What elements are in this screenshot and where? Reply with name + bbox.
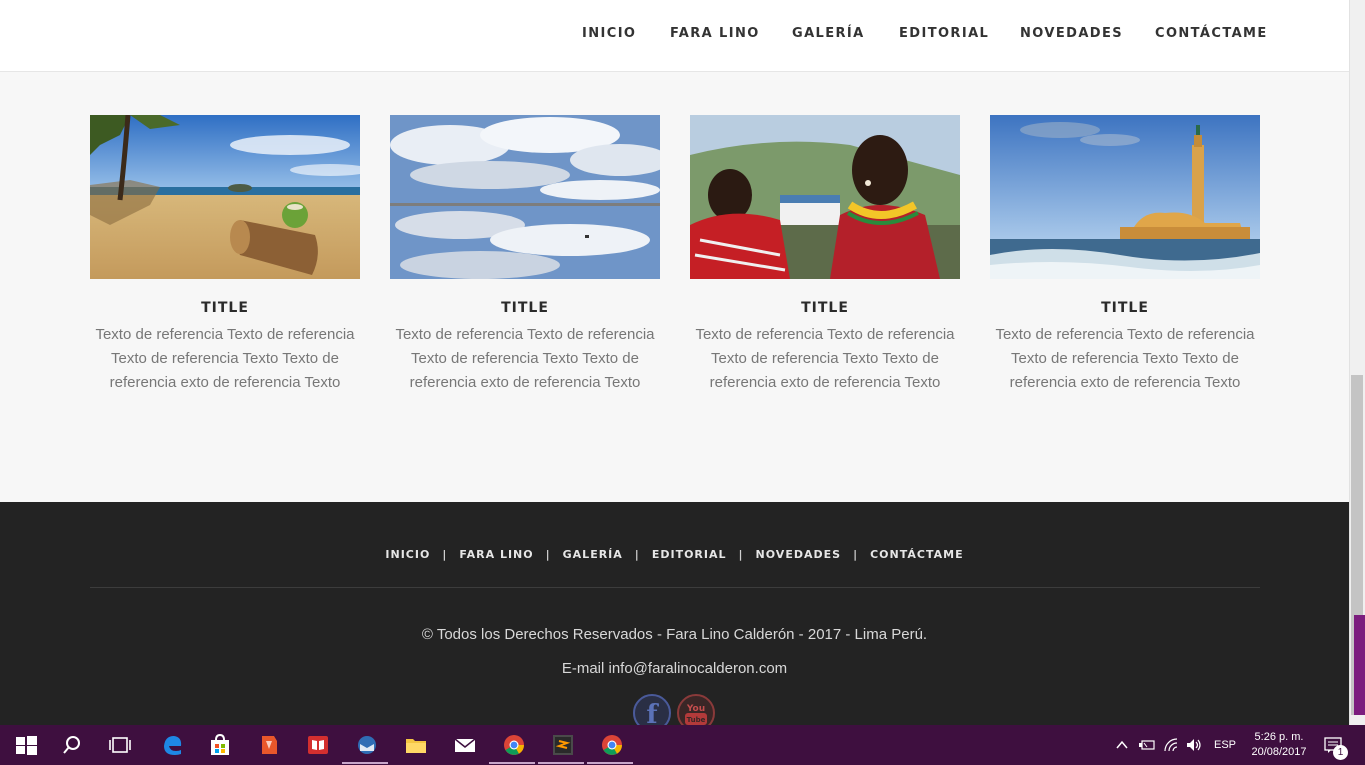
chevron-up-icon[interactable] xyxy=(1115,739,1129,751)
copyright-text: © Todos los Derechos Reservados - Fara L… xyxy=(421,626,928,643)
taskbar-clock[interactable]: 5:26 p. m. 20/08/2017 xyxy=(1246,730,1312,760)
task-view-icon[interactable] xyxy=(108,733,132,757)
salt-flat-photo xyxy=(390,115,660,279)
card-image-mosque[interactable] xyxy=(990,115,1260,279)
search-icon[interactable] xyxy=(60,733,84,757)
footer-nav-separator: | xyxy=(738,548,744,561)
footer-nav-separator: | xyxy=(545,548,551,561)
edge-icon[interactable] xyxy=(160,733,184,757)
wifi-icon[interactable] xyxy=(1163,737,1181,753)
footer-nav-fara-lino[interactable]: FARA LINO xyxy=(459,548,533,561)
card-image-beach[interactable] xyxy=(90,115,360,279)
card-title: TITLE xyxy=(201,300,249,316)
taskbar-active-indicator xyxy=(342,762,388,764)
scrollbar-accent xyxy=(1354,615,1365,715)
reader-icon[interactable] xyxy=(306,733,330,757)
top-navbar: INICIO FARA LINO GALERÍA EDITORIAL NOVED… xyxy=(0,0,1349,72)
file-explorer-icon[interactable] xyxy=(404,733,428,757)
nav-item-novedades[interactable]: NOVEDADES xyxy=(1020,26,1123,41)
card-1: TITLE Texto de referencia Texto de refer… xyxy=(90,115,360,395)
battery-icon[interactable] xyxy=(1138,737,1156,753)
nav-item-contactame[interactable]: CONTÁCTAME xyxy=(1155,26,1268,41)
footer-nav-inicio[interactable]: INICIO xyxy=(385,548,430,561)
maasai-photo xyxy=(690,115,960,279)
windows-start-icon[interactable] xyxy=(14,733,38,757)
card-title: TITLE xyxy=(1101,300,1149,316)
footer-nav-editorial[interactable]: EDITORIAL xyxy=(652,548,727,561)
card-text: Texto de referencia Texto de referencia … xyxy=(395,326,655,391)
card-title: TITLE xyxy=(801,300,849,316)
youtube-you-text: You xyxy=(686,704,705,714)
thunderbird-icon[interactable] xyxy=(355,733,379,757)
card-3: TITLE Texto de referencia Texto de refer… xyxy=(690,115,960,395)
footer: INICIO | FARA LINO | GALERÍA | EDITORIAL | NOVED… xyxy=(0,502,1349,732)
notification-badge: 1 xyxy=(1333,745,1348,760)
mail-icon[interactable] xyxy=(453,733,477,757)
chrome-icon-2[interactable] xyxy=(600,733,624,757)
volume-icon[interactable] xyxy=(1185,737,1203,753)
card-image-maasai[interactable] xyxy=(690,115,960,279)
nav-item-inicio[interactable]: INICIO xyxy=(582,26,636,41)
beach-photo xyxy=(90,115,360,279)
email-text[interactable]: E-mail info@faralinocalderon.com xyxy=(0,660,1349,677)
card-text: Texto de referencia Texto de referencia … xyxy=(995,326,1255,391)
footer-nav-separator: | xyxy=(442,548,448,561)
card-text: Texto de referencia Texto de referencia … xyxy=(95,326,355,391)
windows-taskbar: ESP 5:26 p. m. 20/08/2017 xyxy=(0,725,1365,765)
footer-nav-separator: | xyxy=(853,548,859,561)
footer-nav: INICIO | FARA LINO | GALERÍA | EDITORIAL | NOVED… xyxy=(0,548,1349,561)
sublime-icon[interactable] xyxy=(551,733,575,757)
card-2: TITLE Texto de referencia Texto de refer… xyxy=(390,115,660,395)
footer-nav-novedades[interactable]: NOVEDADES xyxy=(756,548,842,561)
card-4: TITLE Texto de referencia Texto de refer… xyxy=(990,115,1260,395)
taskbar-active-indicator xyxy=(489,762,535,764)
nav-item-galeria[interactable]: GALERÍA xyxy=(792,26,865,41)
mosque-photo xyxy=(990,115,1260,279)
youtube-tube-text: Tube xyxy=(687,716,706,724)
app-orange-icon[interactable] xyxy=(257,733,281,757)
clock-date: 20/08/2017 xyxy=(1251,746,1307,758)
clock-time: 5:26 p. m. xyxy=(1254,731,1304,743)
card-text: Texto de referencia Texto de referencia … xyxy=(695,326,955,391)
card-title: TITLE xyxy=(501,300,549,316)
card-image-salt-flat[interactable] xyxy=(390,115,660,279)
chrome-icon[interactable] xyxy=(502,733,526,757)
footer-nav-separator: | xyxy=(634,548,640,561)
footer-divider xyxy=(90,587,1260,588)
footer-nav-contactame[interactable]: CONTÁCTAME xyxy=(870,548,964,561)
language-indicator[interactable]: ESP xyxy=(1214,739,1236,751)
taskbar-active-indicator xyxy=(538,762,584,764)
nav-item-fara-lino[interactable]: FARA LINO xyxy=(670,26,760,41)
nav-item-editorial[interactable]: EDITORIAL xyxy=(899,26,989,41)
taskbar-active-indicator xyxy=(587,762,633,764)
store-icon[interactable] xyxy=(208,733,232,757)
footer-nav-galeria[interactable]: GALERÍA xyxy=(563,548,623,561)
